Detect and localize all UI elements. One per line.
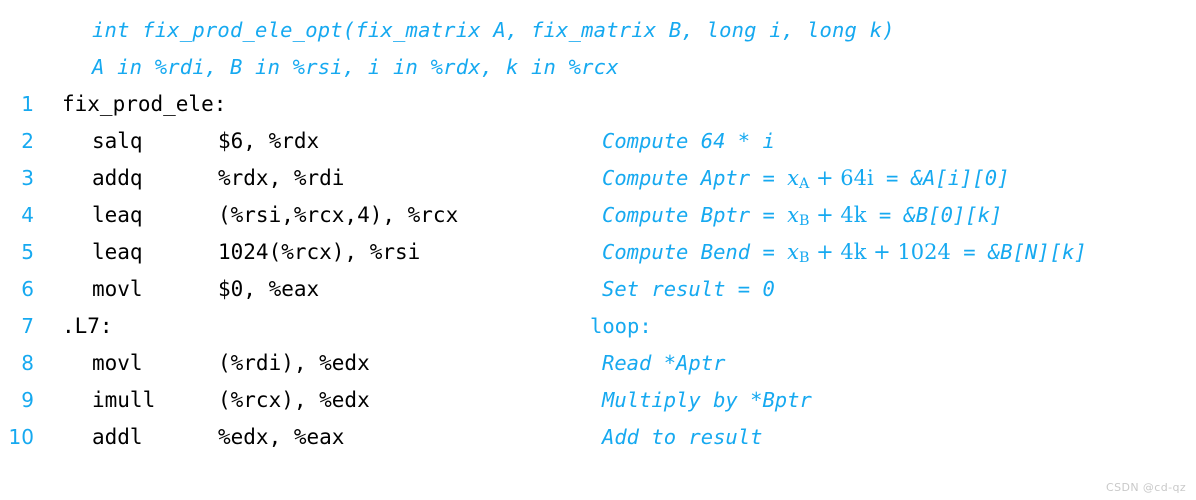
code-operands: %edx, %eax — [218, 425, 345, 449]
code-mnemonic: addl — [92, 425, 143, 449]
line-number: 4 — [21, 203, 34, 227]
table-row: 6 movl $0, %eax Set result = 0 — [0, 271, 1196, 308]
line-number: 9 — [21, 388, 34, 412]
line-number: 7 — [21, 314, 34, 338]
code-mnemonic: addq — [92, 166, 143, 190]
table-row: 7 .L7: loop: — [0, 308, 1196, 345]
register-mapping-row: A in %rdi, B in %rsi, i in %rdx, k in %r… — [0, 49, 1196, 86]
code-operands: (%rsi,%rcx,4), %rcx — [218, 203, 459, 227]
math-base: x — [787, 166, 799, 190]
math-base: x — [787, 240, 799, 264]
code-comment: Set result = 0 — [602, 277, 775, 301]
comment-text-pre: Compute Aptr = — [602, 166, 788, 190]
csdn-watermark: CSDN @cd-qz — [1105, 481, 1186, 494]
comment-math-expression: xB + 4k + 1024 — [787, 240, 951, 267]
code-comment: Add to result — [602, 425, 763, 449]
code-operands: $6, %rdx — [218, 129, 320, 153]
comment-text-post: = &A[i][0] — [873, 166, 1010, 190]
code-mnemonic: leaq — [92, 240, 143, 264]
math-rest: + 64i — [809, 166, 874, 190]
math-subscript: B — [798, 250, 810, 267]
table-row: 9 imull (%rcx), %edx Multiply by *Bptr — [0, 382, 1196, 419]
line-number: 10 — [8, 425, 34, 449]
math-subscript: A — [798, 176, 810, 193]
math-rest: + 4k + 1024 — [809, 240, 951, 264]
line-number: 2 — [21, 129, 34, 153]
table-row: 3 addq %rdx, %rdi Compute Aptr = xA + 64… — [0, 160, 1196, 197]
code-mnemonic: movl — [92, 351, 143, 375]
table-row: 5 leaq 1024(%rcx), %rsi Compute Bend = x… — [0, 234, 1196, 271]
signature-row: int fix_prod_ele_opt(fix_matrix A, fix_m… — [0, 12, 1196, 49]
code-comment: Multiply by *Bptr — [602, 388, 812, 412]
code-operands: 1024(%rcx), %rsi — [218, 240, 421, 264]
register-mapping: A in %rdi, B in %rsi, i in %rdx, k in %r… — [92, 55, 619, 79]
code-label: .L7: — [62, 314, 113, 338]
line-number: 1 — [21, 92, 34, 116]
math-base: x — [787, 203, 799, 227]
code-comment: loop: — [590, 314, 652, 338]
math-subscript: B — [798, 213, 810, 230]
comment-text-pre: Compute Bptr = — [602, 203, 788, 227]
comment-text-post: = &B[N][k] — [950, 240, 1087, 264]
code-operands: $0, %eax — [218, 277, 320, 301]
function-signature: int fix_prod_ele_opt(fix_matrix A, fix_m… — [92, 18, 895, 42]
assembly-code-listing: int fix_prod_ele_opt(fix_matrix A, fix_m… — [0, 0, 1196, 500]
table-row: 10 addl %edx, %eax Add to result — [0, 419, 1196, 456]
math-rest: + 4k — [809, 203, 867, 227]
line-number: 5 — [21, 240, 34, 264]
code-operands: %rdx, %rdi — [218, 166, 345, 190]
comment-math-expression: xB + 4k — [787, 203, 867, 230]
table-row: 4 leaq (%rsi,%rcx,4), %rcx Compute Bptr … — [0, 197, 1196, 234]
line-number: 3 — [21, 166, 34, 190]
comment-math-expression: xA + 64i — [787, 166, 874, 193]
code-comment: Read *Aptr — [602, 351, 726, 375]
table-row: 2 salq $6, %rdx Compute 64 * i — [0, 123, 1196, 160]
code-operands: (%rcx), %edx — [218, 388, 370, 412]
code-label: fix_prod_ele: — [62, 92, 227, 116]
table-row: 1 fix_prod_ele: — [0, 86, 1196, 123]
comment-text-post: = &B[0][k] — [866, 203, 1003, 227]
code-mnemonic: salq — [92, 129, 143, 153]
line-number: 8 — [21, 351, 34, 375]
code-comment: Compute 64 * i — [602, 129, 775, 153]
code-mnemonic: imull — [92, 388, 156, 412]
line-number: 6 — [21, 277, 34, 301]
code-mnemonic: leaq — [92, 203, 143, 227]
comment-text-pre: Compute Bend = — [602, 240, 788, 264]
table-row: 8 movl (%rdi), %edx Read *Aptr — [0, 345, 1196, 382]
code-operands: (%rdi), %edx — [218, 351, 370, 375]
code-mnemonic: movl — [92, 277, 143, 301]
